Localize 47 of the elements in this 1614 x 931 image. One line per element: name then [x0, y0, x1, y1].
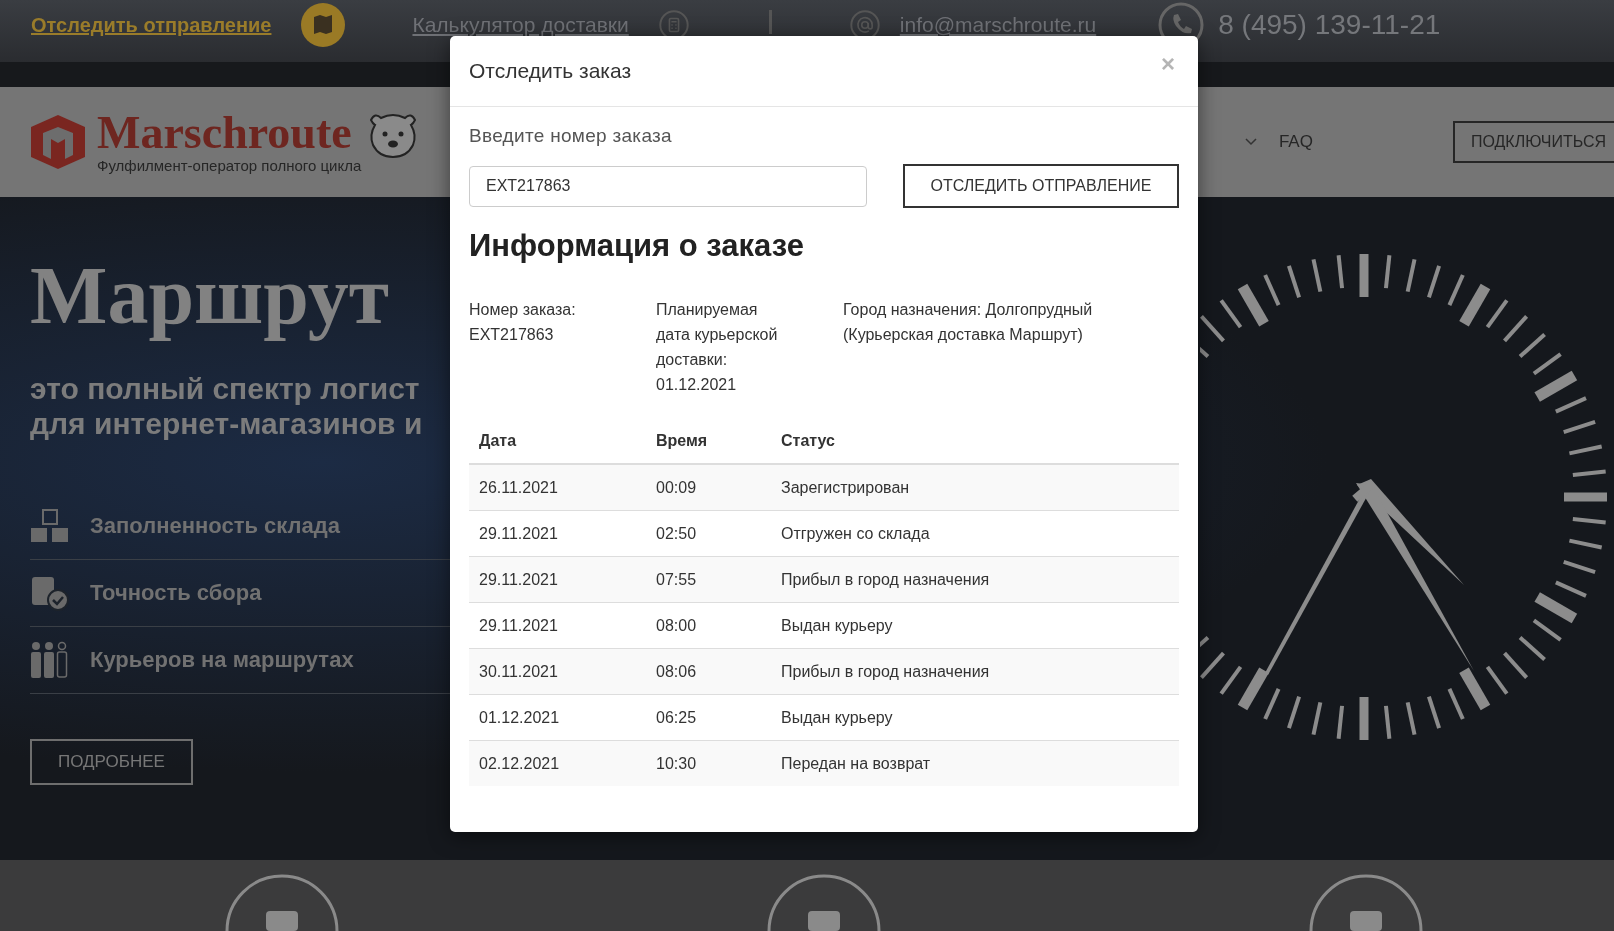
box-check-icon — [30, 575, 70, 611]
phone-number: 8 (495) 139-11-21 — [1218, 9, 1441, 41]
table-cell: Прибыл в город назначения — [771, 556, 1179, 603]
table-cell: 10:30 — [646, 740, 771, 786]
connect-button[interactable]: ПОДКЛЮЧИТЬСЯ — [1452, 121, 1614, 163]
table-cell: 08:06 — [646, 648, 771, 695]
caret-icon — [1244, 138, 1257, 146]
logo-wordmark: Marschroute — [97, 110, 353, 156]
order-number-input[interactable]: EXT217863 — [469, 165, 867, 207]
stat-label: Заполненность склада — [90, 513, 340, 539]
hero-subtitle-line: для интернет-магазинов и — [30, 406, 424, 441]
hero-title: Маршрут — [30, 251, 391, 341]
table-cell: 29.11.2021 — [469, 556, 646, 603]
map-icon — [301, 3, 346, 47]
stat-label: Точность сбора — [90, 580, 262, 606]
dialog-title: Отследить заказ — [469, 59, 632, 83]
table-cell: 00:09 — [646, 464, 771, 511]
order-info-text: 01.12.2021 — [656, 375, 738, 395]
track-shipment-button[interactable]: ОТСЛЕДИТЬ ОТПРАВЛЕНИЕ — [903, 164, 1179, 208]
order-info-text: EXT217863 — [469, 325, 555, 345]
stat-label: Курьеров на маршрутах — [90, 647, 354, 673]
table-cell: Прибыл в город назначения — [771, 648, 1179, 695]
order-number-label: Введите номер заказа — [469, 125, 673, 147]
order-info-text: Город назначения: Долгопрудный — [843, 300, 1093, 320]
table-cell: 30.11.2021 — [469, 648, 646, 695]
table-cell: Передан на возврат — [771, 740, 1179, 786]
nav-link[interactable]: FAQ — [1278, 132, 1313, 152]
table-cell: Зарегистрирован — [771, 464, 1179, 511]
order-info-text: Планируемая — [656, 300, 759, 320]
order-info-text: Номер заказа: — [469, 300, 577, 320]
email-link[interactable]: info@marschroute.ru — [899, 13, 1097, 37]
table-cell: 26.11.2021 — [469, 464, 646, 511]
table-cell: 02.12.2021 — [469, 740, 646, 786]
order-info-text: доставки: — [656, 350, 729, 370]
logo-tagline: Фулфилмент-оператор полного цикла — [97, 157, 362, 174]
people-icon — [30, 640, 70, 680]
close-button[interactable]: × — [1157, 50, 1179, 78]
order-info-text: (Курьерская доставка Маршрут) — [843, 325, 1084, 345]
hero-subtitle-line: это полный спектр логист — [30, 371, 421, 406]
table-cell: 07:55 — [646, 556, 771, 603]
boxes-icon — [30, 508, 70, 544]
order-info-text: дата курьерской — [656, 325, 779, 345]
order-info-heading: Информация о заказе — [469, 228, 805, 264]
more-button[interactable]: ПОДРОБНЕЕ — [30, 739, 193, 785]
track-shipment-link[interactable]: Отследить отправление — [31, 13, 272, 37]
logo-icon — [29, 113, 87, 171]
delivery-calculator-link[interactable]: Калькулятор доставки — [412, 13, 629, 37]
